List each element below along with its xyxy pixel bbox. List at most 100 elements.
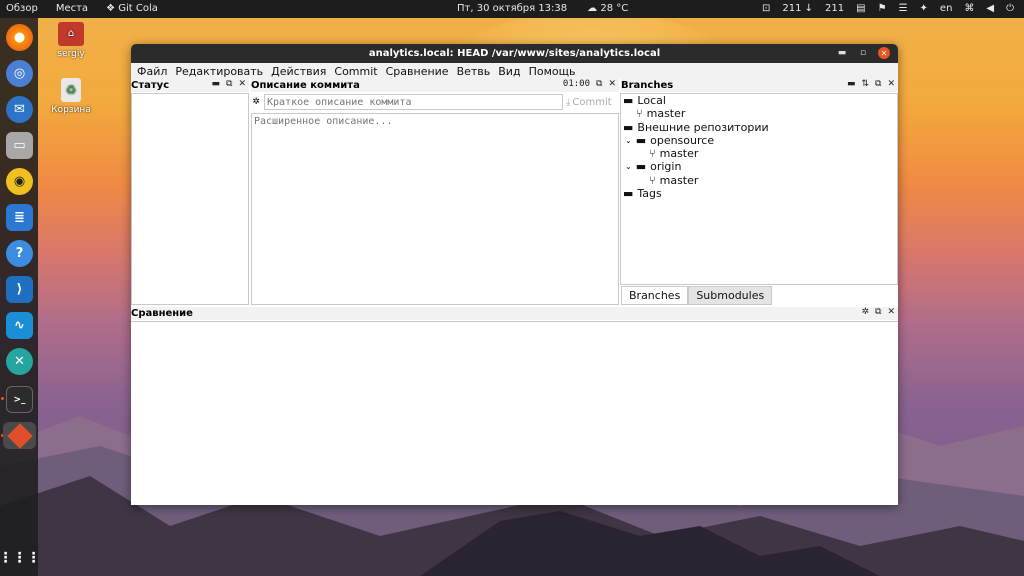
writer-icon[interactable]: ≣ xyxy=(6,204,33,231)
sort-icon[interactable]: ⇅ xyxy=(861,79,869,89)
net-up: 211 ↓ xyxy=(782,3,813,14)
home-label: sergiy xyxy=(57,49,85,59)
files-icon[interactable]: ▭ xyxy=(6,132,33,159)
commit-button-label: Commit xyxy=(572,96,612,108)
chromium-icon[interactable]: ◎ xyxy=(6,60,33,87)
status-panel-body[interactable] xyxy=(131,93,249,305)
commit-panel-header: Описание коммита 01:00 ⧉ ✕ xyxy=(251,79,619,92)
places-menu[interactable]: Места xyxy=(56,3,88,14)
thunderbird-icon[interactable]: ✉ xyxy=(6,96,33,123)
menu-edit[interactable]: Редактировать xyxy=(175,65,263,78)
float-icon[interactable]: ⧉ xyxy=(596,79,602,89)
git-cola-icon[interactable] xyxy=(3,422,36,449)
weather[interactable]: ☁ 28 °C xyxy=(587,3,628,14)
vscode-icon[interactable]: ⟩ xyxy=(6,276,33,303)
desktop-trash[interactable]: ♻ Корзина xyxy=(46,78,96,115)
tree-remotes[interactable]: ▬ Внешние репозитории xyxy=(623,121,769,134)
close-icon[interactable]: ✕ xyxy=(238,79,246,89)
close-icon[interactable]: ✕ xyxy=(608,79,616,89)
net-down: 211 xyxy=(825,3,844,14)
branches-tabs: Branches Submodules xyxy=(621,286,773,305)
chevron-down-icon: ⌄ xyxy=(625,136,632,145)
float-icon[interactable]: ⧉ xyxy=(226,79,232,89)
menu-branch[interactable]: Ветвь xyxy=(457,65,491,78)
gear-icon[interactable]: ✲ xyxy=(861,307,869,317)
commit-summary-row: ✲ ⤓Commit xyxy=(251,93,619,111)
commit-panel-title: Описание коммита xyxy=(251,80,360,91)
window-title: analytics.local: HEAD /var/www/sites/ana… xyxy=(368,48,661,59)
tab-branches[interactable]: Branches xyxy=(621,286,689,305)
menu-diff[interactable]: Сравнение xyxy=(386,65,449,78)
terminal-icon[interactable]: >_ xyxy=(6,386,33,413)
menu-file[interactable]: Файл xyxy=(137,65,167,78)
clipboard-icon[interactable]: ▤ xyxy=(856,3,865,14)
tree-local[interactable]: ▬ Local xyxy=(623,94,666,107)
menu-commit[interactable]: Commit xyxy=(334,65,377,78)
app-menu[interactable]: ❖ Git Cola xyxy=(106,3,158,14)
tree-tags[interactable]: ▬ Tags xyxy=(623,187,662,200)
firefox-icon[interactable]: ● xyxy=(6,24,33,51)
language-indicator[interactable]: en xyxy=(940,3,953,14)
power-icon[interactable]: ⏻ xyxy=(1006,3,1014,14)
running-indicator xyxy=(1,397,4,400)
commit-options-gear-icon[interactable]: ✲ xyxy=(251,97,261,107)
tree-remote-opensource[interactable]: ⌄ ▬ opensource xyxy=(625,134,714,147)
trash-icon: ♻ xyxy=(61,78,81,102)
network-icon[interactable]: ⌘ xyxy=(964,3,974,14)
monitor-icon[interactable]: ∿ xyxy=(6,312,33,339)
maximize-button[interactable]: ▫ xyxy=(857,47,869,59)
flag-icon[interactable]: ⚑ xyxy=(878,3,887,14)
commit-time: 01:00 xyxy=(562,79,591,89)
remote-label: origin xyxy=(650,160,682,173)
status-panel-header: Статус ▬ ⧉ ✕ xyxy=(131,79,249,92)
menu-actions[interactable]: Действия xyxy=(271,65,326,78)
local-icon: ▬ xyxy=(623,94,634,107)
diff-view[interactable] xyxy=(131,321,898,505)
help-icon[interactable]: ? xyxy=(6,240,33,267)
minimize-button[interactable]: ▬ xyxy=(836,47,848,59)
show-apps-icon[interactable]: ⋮⋮⋮ xyxy=(0,544,41,571)
rhythmbox-icon[interactable]: ◉ xyxy=(6,168,33,195)
clock[interactable]: Пт, 30 октября 13:38 xyxy=(457,3,567,14)
tree-local-master[interactable]: ⑂ master xyxy=(636,107,685,120)
branch-icon: ⑂ xyxy=(636,107,643,120)
float-icon[interactable]: ⧉ xyxy=(875,79,881,89)
tree-remote-opensource-master[interactable]: ⑂ master xyxy=(649,147,698,160)
close-icon[interactable]: ✕ xyxy=(887,79,895,89)
panel-menu-icon[interactable]: ▬ xyxy=(847,79,856,89)
window-titlebar[interactable]: analytics.local: HEAD /var/www/sites/ana… xyxy=(131,44,898,63)
desktop-home[interactable]: ⌂ sergiy xyxy=(46,22,96,59)
top-bar: Обзор Места ❖ Git Cola Пт, 30 октября 13… xyxy=(0,0,1024,18)
branch-label: master xyxy=(646,107,686,120)
menu-view[interactable]: Вид xyxy=(498,65,520,78)
settings-icon[interactable]: ✦ xyxy=(920,3,928,14)
branch-label: master xyxy=(659,147,699,160)
volume-icon[interactable]: ◀ xyxy=(986,3,994,14)
net-up-value: 211 xyxy=(782,3,802,14)
chevron-down-icon: ⌄ xyxy=(625,162,632,171)
branch-icon: ⑂ xyxy=(649,174,656,187)
close-icon[interactable]: ✕ xyxy=(887,307,895,317)
commit-button[interactable]: ⤓ Commit xyxy=(566,97,612,108)
home-folder-icon: ⌂ xyxy=(58,22,84,46)
tab-submodules[interactable]: Submodules xyxy=(688,286,773,305)
screenshot-icon[interactable]: ⊡ xyxy=(762,3,770,14)
weather-icon: ☁ xyxy=(587,3,601,14)
local-label: Local xyxy=(637,94,666,107)
commit-summary-input[interactable] xyxy=(264,94,563,110)
weather-label: 28 °C xyxy=(600,3,629,14)
menu-help[interactable]: Помощь xyxy=(529,65,576,78)
commit-icon: ⤓ xyxy=(566,96,571,108)
float-icon[interactable]: ⧉ xyxy=(875,307,881,317)
app-icon[interactable]: ✕ xyxy=(6,348,33,375)
activities-button[interactable]: Обзор xyxy=(6,3,38,14)
tags-icon: ▬ xyxy=(623,187,634,200)
tags-label: Tags xyxy=(637,187,662,200)
notes-icon[interactable]: ☰ xyxy=(899,3,908,14)
panel-menu-icon[interactable]: ▬ xyxy=(212,79,221,89)
branch-label: master xyxy=(659,174,699,187)
tree-remote-origin[interactable]: ⌄ ▬ origin xyxy=(625,160,681,173)
close-button[interactable]: ✕ xyxy=(878,47,890,59)
commit-description-input[interactable] xyxy=(251,113,619,305)
tree-remote-origin-master[interactable]: ⑂ master xyxy=(649,174,698,187)
